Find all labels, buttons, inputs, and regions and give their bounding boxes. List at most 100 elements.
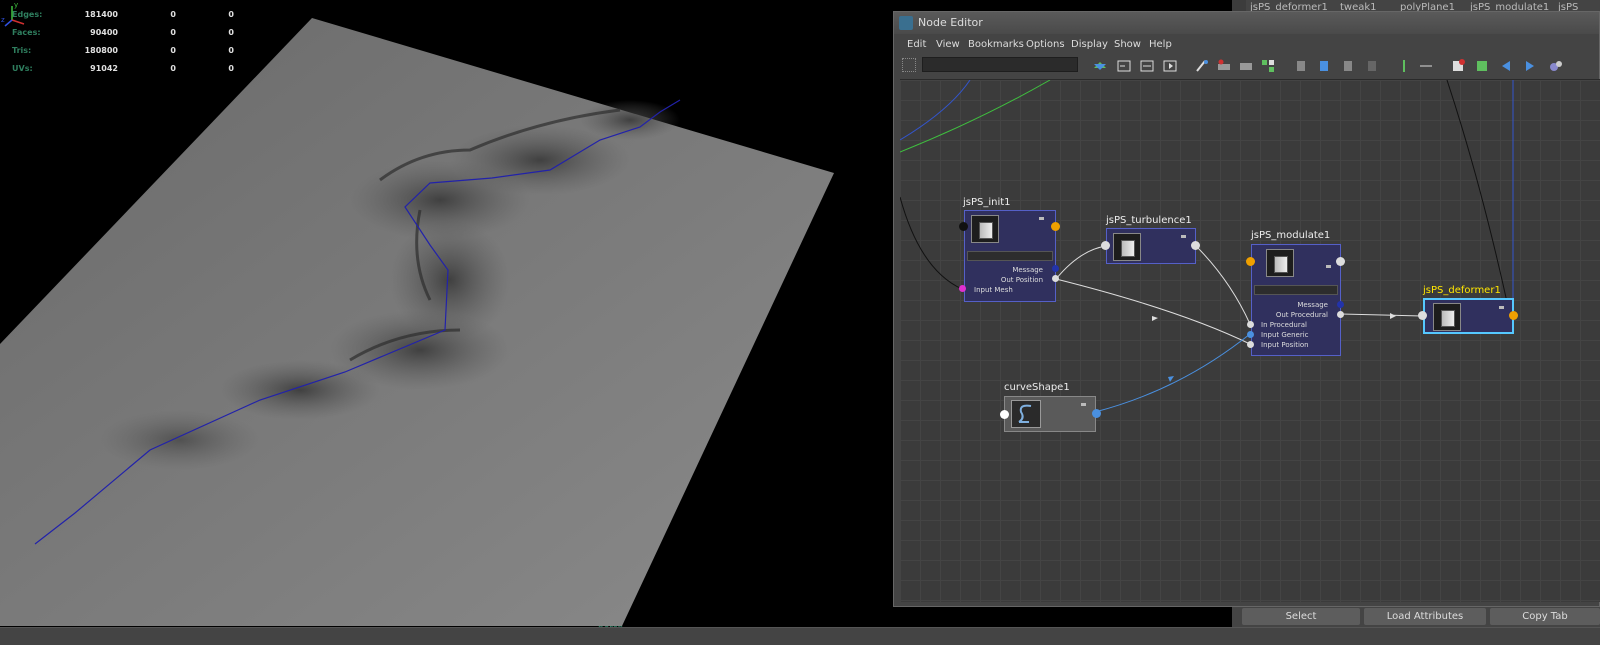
both-connections-icon[interactable]	[1139, 58, 1155, 74]
port-dot[interactable]	[1247, 321, 1254, 328]
node-jsps-init[interactable]: Message Out Position Input Mesh	[964, 210, 1056, 302]
port-dot[interactable]	[1336, 257, 1345, 266]
shader-icon[interactable]	[1474, 58, 1490, 74]
window-title: Node Editor	[918, 16, 983, 29]
port-dot[interactable]	[1337, 311, 1344, 318]
axis-y-label: y	[14, 1, 18, 9]
hud-value: 0	[228, 63, 234, 73]
menu-help[interactable]: Help	[1149, 39, 1172, 50]
menu-bookmarks[interactable]: Bookmarks	[968, 39, 1024, 50]
arrow-left-icon[interactable]	[1498, 58, 1514, 74]
port-dot[interactable]	[1052, 275, 1059, 282]
port-input-mesh[interactable]: Input Mesh	[965, 285, 1055, 295]
hud-value: 0	[170, 27, 176, 37]
port-message[interactable]: Message	[1252, 300, 1340, 310]
toolbar	[894, 55, 1599, 77]
port-dot[interactable]	[1247, 341, 1254, 348]
select-region-icon[interactable]	[902, 58, 916, 72]
port-in-procedural[interactable]: In Procedural	[1252, 320, 1340, 330]
port-dot[interactable]	[1509, 311, 1518, 320]
attribute-filter-icon[interactable]	[1418, 58, 1434, 74]
maya-logo-icon	[899, 16, 913, 30]
poly-count-hud: Edges: 181400 0 0 Faces: 90400 0 0 Tris:…	[12, 5, 234, 77]
output-connections-icon[interactable]	[1162, 58, 1178, 74]
port-dot[interactable]	[1418, 311, 1427, 320]
port-out-position[interactable]: Out Position	[965, 275, 1055, 285]
spheres-icon[interactable]	[1548, 58, 1564, 74]
hud-value: 91042	[90, 63, 118, 73]
hud-value: 181400	[84, 9, 118, 19]
node-type-icon	[971, 215, 999, 243]
port-dot[interactable]	[1337, 301, 1344, 308]
pin-icon[interactable]	[1081, 403, 1086, 406]
arrow-right-icon[interactable]	[1522, 58, 1538, 74]
pin-icon[interactable]	[1326, 265, 1331, 268]
clear-graph-icon[interactable]	[1194, 58, 1210, 74]
hud-label: UVs:	[12, 63, 33, 73]
port-dot[interactable]	[1246, 257, 1255, 266]
hud-value: 0	[228, 45, 234, 55]
pin-icon[interactable]	[1499, 306, 1504, 309]
pin-icon[interactable]	[1039, 217, 1044, 220]
node-name-field[interactable]	[1254, 285, 1338, 295]
hud-value: 0	[228, 27, 234, 37]
attribute-editor-footer: Select Load Attributes Copy Tab	[1232, 605, 1600, 627]
node-jsps-turbulence[interactable]	[1106, 228, 1196, 264]
node-curve-shape[interactable]	[1004, 396, 1096, 432]
menu-edit[interactable]: Edit	[907, 39, 926, 50]
add-node-icon[interactable]	[1216, 58, 1232, 74]
port-dot[interactable]	[1101, 241, 1110, 250]
port-input-generic[interactable]: Input Generic	[1252, 330, 1340, 340]
hud-value: 0	[228, 9, 234, 19]
hud-value: 90400	[90, 27, 118, 37]
pin-icon[interactable]	[1181, 235, 1186, 238]
port-dot[interactable]	[1247, 331, 1254, 338]
full-mode-icon[interactable]	[1340, 58, 1356, 74]
port-message[interactable]: Message	[965, 265, 1055, 275]
node-type-icon	[1113, 233, 1141, 261]
pin-icon[interactable]	[1396, 58, 1412, 74]
node-jsps-modulate[interactable]: Message Out Procedural In Procedural Inp…	[1251, 244, 1341, 356]
menu-show[interactable]: Show	[1114, 39, 1141, 50]
hud-row: Faces: 90400 0 0	[12, 23, 234, 41]
node-editor-window[interactable]: Node Editor Edit View Bookmarks Options …	[893, 11, 1600, 607]
view-axes-icon: y z	[1, 1, 25, 27]
node-title-selected: jsPS_deformer1	[1423, 285, 1501, 296]
port-out-procedural[interactable]: Out Procedural	[1252, 310, 1340, 320]
port-dot[interactable]	[1000, 410, 1009, 419]
port-dot[interactable]	[1051, 222, 1060, 231]
node-title: jsPS_init1	[963, 197, 1011, 208]
graph-icon[interactable]	[1450, 58, 1466, 74]
copy-tab-button[interactable]: Copy Tab	[1490, 608, 1600, 625]
menu-view[interactable]: View	[936, 39, 960, 50]
load-attributes-button[interactable]: Load Attributes	[1364, 608, 1486, 625]
menu-options[interactable]: Options	[1026, 39, 1065, 50]
port-dot[interactable]	[959, 222, 968, 231]
axis-z-label: z	[1, 16, 5, 24]
port-input-position[interactable]: Input Position	[1252, 340, 1340, 350]
hud-value: 0	[170, 63, 176, 73]
hud-row: UVs: 91042 0 0	[12, 59, 234, 77]
select-button[interactable]: Select	[1242, 608, 1360, 625]
port-dot[interactable]	[1052, 265, 1059, 272]
window-titlebar[interactable]: Node Editor	[894, 12, 1599, 34]
node-graph-canvas[interactable]: jsPS_init1 Message Out Position Input Me…	[900, 79, 1600, 602]
graph-connections-icon[interactable]	[1092, 58, 1108, 74]
input-connections-icon[interactable]	[1116, 58, 1132, 74]
node-name-field[interactable]	[967, 251, 1053, 261]
hud-value: 0	[170, 45, 176, 55]
menu-display[interactable]: Display	[1071, 39, 1108, 50]
node-jsps-deformer[interactable]	[1423, 298, 1514, 334]
remove-node-icon[interactable]	[1238, 58, 1254, 74]
layout-icon[interactable]	[1260, 58, 1276, 74]
port-dot[interactable]	[1092, 409, 1101, 418]
hud-value: 180800	[84, 45, 118, 55]
port-dot[interactable]	[1191, 241, 1200, 250]
search-input[interactable]	[922, 57, 1078, 72]
custom-mode-icon[interactable]	[1364, 58, 1380, 74]
node-type-icon	[1433, 303, 1461, 331]
port-dot[interactable]	[959, 285, 966, 292]
hud-row: Edges: 181400 0 0	[12, 5, 234, 23]
connected-mode-icon[interactable]	[1316, 58, 1332, 74]
simple-mode-icon[interactable]	[1292, 58, 1308, 74]
